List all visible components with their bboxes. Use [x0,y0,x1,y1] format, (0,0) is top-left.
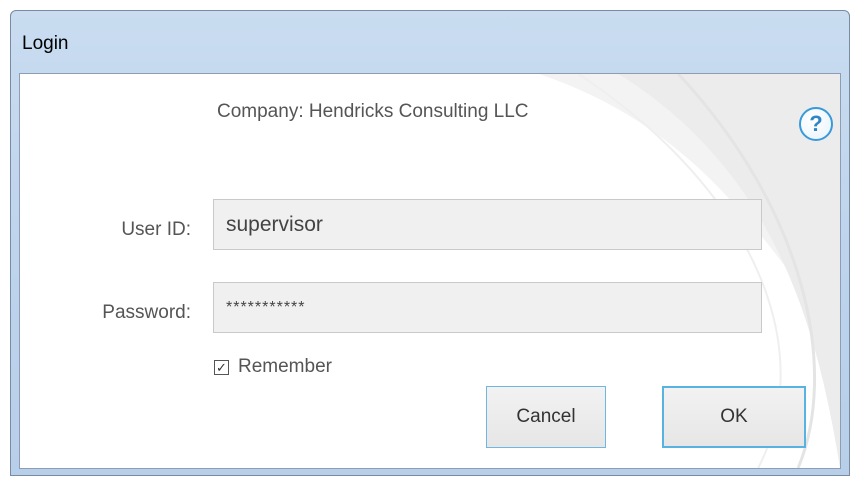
password-input[interactable]: *********** [213,282,762,333]
window-title: Login [22,33,69,54]
dialog-body: Company: Hendricks Consulting LLC ? User… [19,73,841,469]
help-icon: ? [809,111,823,136]
title-bar[interactable]: Login [11,11,849,73]
user-id-value: supervisor [226,212,323,236]
checkmark-icon: ✓ [216,359,227,375]
checkbox-box[interactable]: ✓ [214,359,229,375]
password-value: *********** [226,298,306,316]
remember-label: Remember [238,356,332,377]
ok-button[interactable]: OK [662,386,806,448]
user-id-label: User ID: [121,219,191,240]
cancel-button[interactable]: Cancel [486,386,606,448]
help-button[interactable]: ? [799,107,833,141]
password-label: Password: [102,302,191,323]
login-window: Login Company: Hendricks Consulting LLC … [10,10,850,476]
company-label: Company: Hendricks Consulting LLC [217,101,529,122]
user-id-input[interactable]: supervisor [213,199,762,250]
remember-checkbox[interactable]: ✓ Remember [214,356,332,378]
